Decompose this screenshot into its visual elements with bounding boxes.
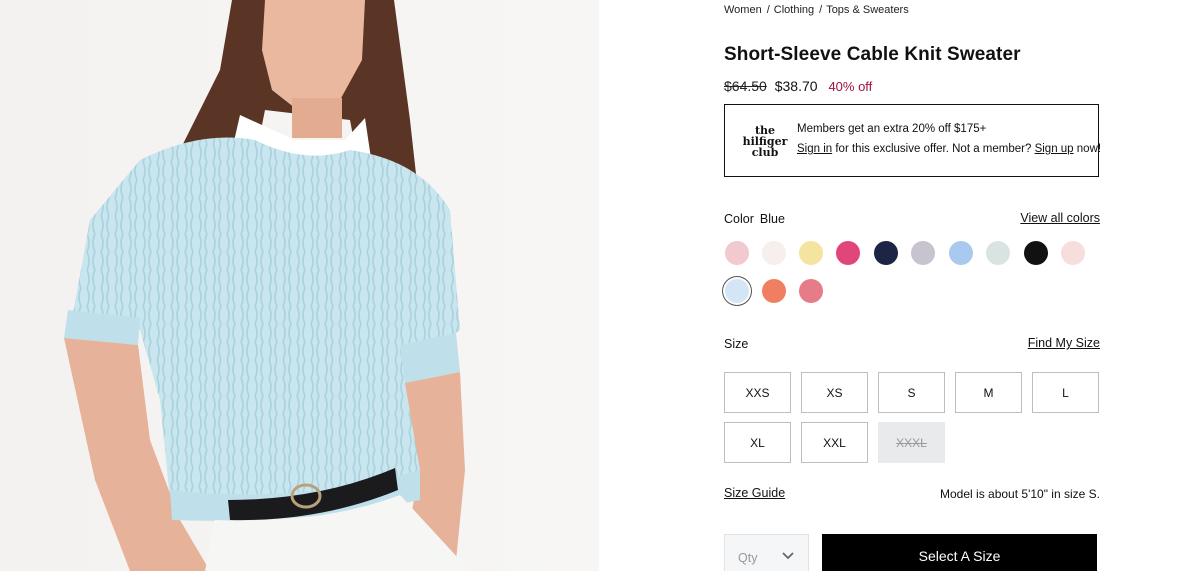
color-label: Color Blue: [724, 212, 785, 226]
color-swatch-navy[interactable]: [874, 241, 898, 265]
color-swatch-white[interactable]: [762, 241, 786, 265]
product-image[interactable]: [0, 0, 599, 571]
color-swatch-blue[interactable]: [725, 279, 749, 303]
size-option-l[interactable]: L: [1032, 372, 1099, 413]
breadcrumb-tops-sweaters[interactable]: Tops & Sweaters: [826, 4, 909, 16]
color-swatch-hot-pink[interactable]: [836, 241, 860, 265]
view-all-colors-link[interactable]: View all colors: [1020, 211, 1100, 225]
color-swatch-grey-marl[interactable]: [911, 241, 935, 265]
promo-subline-text: for this exclusive offer. Not a member?: [832, 143, 1035, 155]
size-guide-link[interactable]: Size Guide: [724, 486, 785, 500]
size-option-xxxl[interactable]: XXXL: [878, 422, 945, 463]
hilfiger-club-promo: the hilfiger club Members get an extra 2…: [724, 104, 1101, 177]
color-swatch-black[interactable]: [1024, 241, 1048, 265]
model-size-note: Model is about 5'10" in size S.: [940, 487, 1100, 501]
size-option-s[interactable]: S: [878, 372, 945, 413]
product-photo-illustration: [0, 0, 599, 571]
breadcrumb-separator: /: [819, 4, 823, 16]
color-swatch-light-blue[interactable]: [949, 241, 973, 265]
breadcrumb-clothing[interactable]: Clothing: [774, 4, 814, 16]
find-my-size-link[interactable]: Find My Size: [1028, 336, 1100, 350]
quantity-select[interactable]: Qty: [724, 534, 809, 571]
product-details: Women / Clothing / Tops & Sweaters Short-Sle…: [724, 0, 1101, 571]
size-option-xxs[interactable]: XXS: [724, 372, 791, 413]
promo-subline: Sign in for this exclusive offer. Not a …: [797, 143, 1101, 155]
color-swatch-yellow[interactable]: [799, 241, 823, 265]
color-swatch-rose[interactable]: [799, 279, 823, 303]
promo-subline-end: now!: [1073, 143, 1102, 155]
original-price: $64.50: [724, 78, 767, 94]
size-option-xl[interactable]: XL: [724, 422, 791, 463]
sale-price: $38.70: [774, 78, 818, 94]
discount-label: 40% off: [828, 79, 873, 94]
breadcrumb-women[interactable]: Women: [724, 4, 762, 16]
size-option-xxl[interactable]: XXL: [801, 422, 868, 463]
price-block: $64.50 $38.70 40% off: [724, 78, 872, 94]
color-swatch-mint-grey[interactable]: [986, 241, 1010, 265]
promo-headline: Members get an extra 20% off $175+: [797, 123, 987, 135]
hilfiger-club-logo: the hilfiger club: [741, 125, 789, 158]
breadcrumb: Women / Clothing / Tops & Sweaters: [724, 4, 909, 16]
sign-up-link[interactable]: Sign up: [1035, 143, 1074, 155]
chevron-down-icon: [782, 549, 794, 563]
selected-color: Blue: [759, 212, 785, 226]
product-title: Short-Sleeve Cable Knit Sweater: [724, 44, 1021, 65]
size-label: Size: [724, 337, 749, 351]
color-swatch-coral[interactable]: [762, 279, 786, 303]
size-option-xs[interactable]: XS: [801, 372, 868, 413]
breadcrumb-separator: /: [766, 4, 770, 16]
color-swatch-light-pink[interactable]: [725, 241, 749, 265]
color-label-text: Color: [724, 212, 754, 226]
logo-line: club: [751, 146, 779, 159]
quantity-label: Qty: [738, 551, 758, 565]
size-option-m[interactable]: M: [955, 372, 1022, 413]
select-size-button[interactable]: Select A Size: [822, 534, 1097, 571]
sign-in-link[interactable]: Sign in: [797, 143, 832, 155]
color-swatch-blush[interactable]: [1061, 241, 1085, 265]
